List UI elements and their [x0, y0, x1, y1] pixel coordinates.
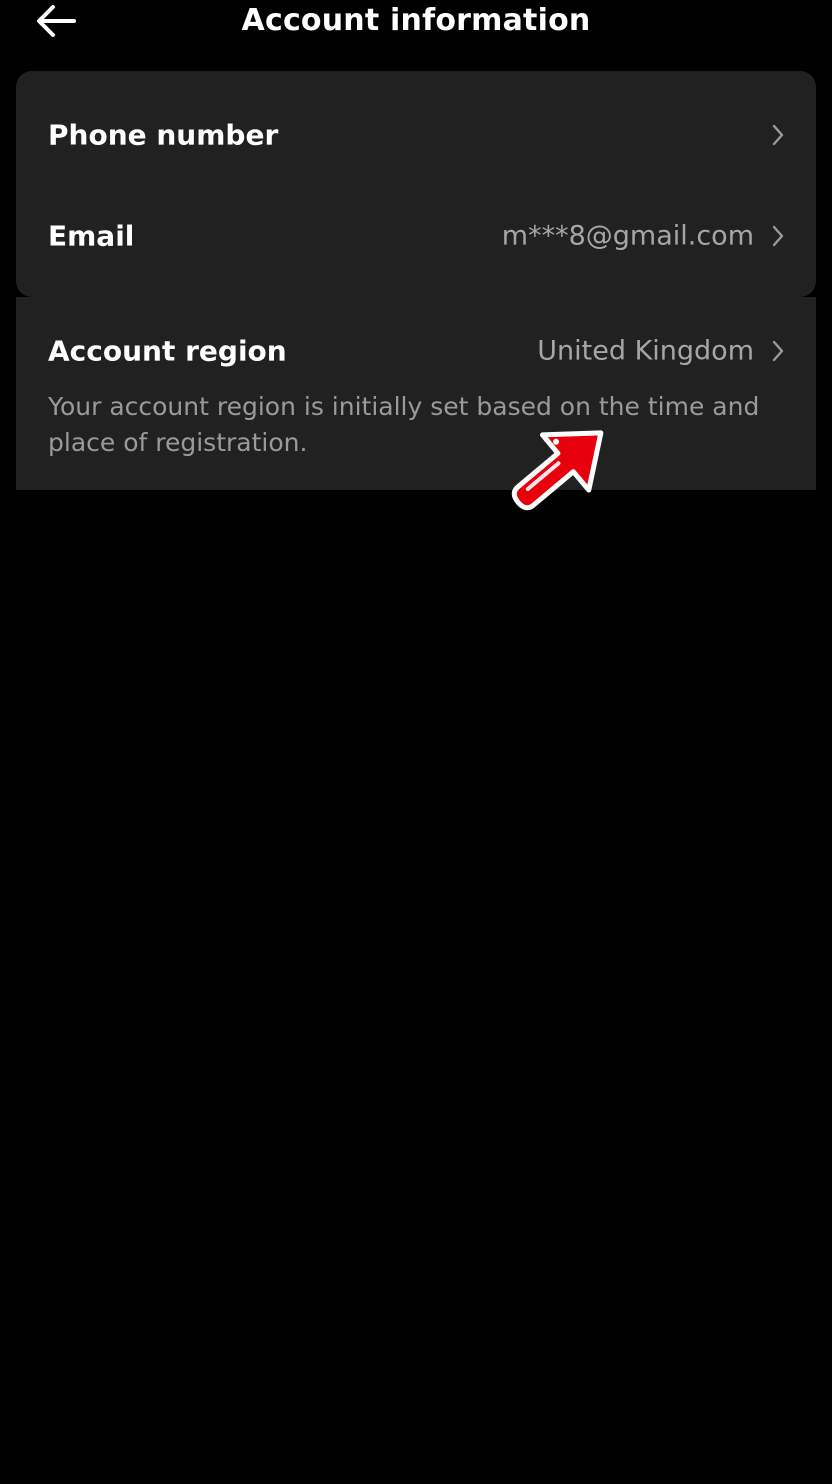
- email-row[interactable]: Email m***8@gmail.com: [16, 186, 816, 286]
- account-details-card: Phone number Email m***8@gmail.com: [16, 71, 816, 297]
- account-region-card: Account region United Kingdom Your accou…: [16, 297, 816, 490]
- phone-number-row[interactable]: Phone number: [16, 85, 816, 185]
- email-value: m***8@gmail.com: [501, 220, 754, 252]
- account-region-value: United Kingdom: [537, 335, 754, 367]
- page-title: Account information: [241, 3, 591, 38]
- chevron-right-icon: [770, 223, 786, 249]
- email-label: Email: [48, 219, 135, 253]
- chevron-right-icon: [770, 338, 786, 364]
- account-region-label: Account region: [48, 334, 287, 368]
- account-region-row[interactable]: Account region United Kingdom: [16, 301, 816, 401]
- top-bar: Account information: [0, 0, 832, 44]
- phone-number-label: Phone number: [48, 118, 279, 152]
- account-region-description: Your account region is initially set bas…: [48, 392, 760, 457]
- chevron-right-icon: [770, 122, 786, 148]
